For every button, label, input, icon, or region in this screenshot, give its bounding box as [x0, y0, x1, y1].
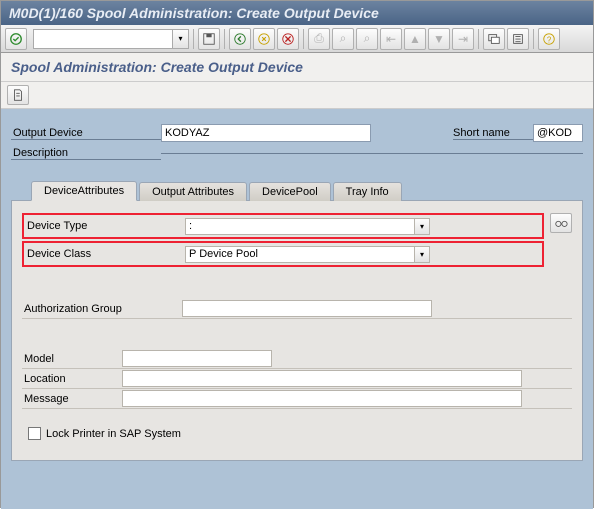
- cancel-icon: [281, 32, 295, 46]
- command-field-wrap: ▾: [33, 29, 189, 49]
- toolbar-separator: [303, 29, 304, 49]
- save-button[interactable]: [198, 28, 220, 50]
- message-field[interactable]: [122, 390, 522, 407]
- model-label: Model: [22, 353, 122, 365]
- window-titlebar: M0D(1)/160 Spool Administration: Create …: [1, 1, 593, 25]
- prev-page-icon: ▲: [409, 32, 421, 46]
- last-page-icon: ⇥: [458, 32, 468, 46]
- lock-printer-row: Lock Printer in SAP System: [28, 427, 572, 440]
- toolbar-separator: [224, 29, 225, 49]
- document-icon: [11, 88, 25, 102]
- glasses-icon: [554, 216, 568, 230]
- header-fields: Output Device Short name Description: [11, 123, 583, 163]
- last-page-button: ⇥: [452, 28, 474, 50]
- first-page-icon: ⇤: [386, 32, 396, 46]
- print-button: ⎙: [308, 28, 330, 50]
- lock-printer-checkbox[interactable]: [28, 427, 41, 440]
- shortcut-icon: [511, 32, 525, 46]
- new-session-icon: [487, 32, 501, 46]
- device-type-dropdown-icon[interactable]: ▾: [415, 218, 430, 235]
- output-device-label: Output Device: [11, 127, 161, 140]
- description-value: [161, 153, 583, 154]
- next-page-icon: ▼: [433, 32, 445, 46]
- highlight-device-class: Device Class ▾: [22, 241, 544, 267]
- toolbar-separator: [193, 29, 194, 49]
- device-type-field[interactable]: [185, 218, 415, 235]
- tab-device-pool[interactable]: DevicePool: [249, 182, 331, 201]
- auth-group-label: Authorization Group: [22, 303, 182, 315]
- find-button: ⌕: [332, 28, 354, 50]
- check-icon: [9, 32, 23, 46]
- tab-device-attributes[interactable]: DeviceAttributes: [31, 181, 137, 201]
- find-next-icon: ⌕: [364, 31, 371, 46]
- command-field[interactable]: [33, 29, 173, 49]
- short-name-field[interactable]: [533, 124, 583, 142]
- info-button[interactable]: [550, 213, 572, 233]
- content-area: Output Device Short name Description Dev…: [1, 109, 593, 509]
- page-title-text: Spool Administration: Create Output Devi…: [11, 59, 303, 75]
- output-device-field[interactable]: [161, 124, 371, 142]
- find-next-button: ⌕: [356, 28, 378, 50]
- back-button[interactable]: [229, 28, 251, 50]
- window-title: M0D(1)/160 Spool Administration: Create …: [9, 5, 379, 21]
- location-label: Location: [22, 373, 122, 385]
- auth-group-field[interactable]: [182, 300, 432, 317]
- device-class-field[interactable]: [185, 246, 415, 263]
- first-page-button: ⇤: [380, 28, 402, 50]
- app-toolbar: ▾ ⎙ ⌕ ⌕ ⇤ ▲ ▼ ⇥ ?: [1, 25, 593, 53]
- new-session-button[interactable]: [483, 28, 505, 50]
- model-field[interactable]: [122, 350, 272, 367]
- description-label: Description: [11, 147, 161, 160]
- highlight-device-type: Device Type ▾: [22, 213, 544, 239]
- lock-printer-label: Lock Printer in SAP System: [46, 428, 181, 440]
- tab-tray-info[interactable]: Tray Info: [333, 182, 402, 201]
- tabpanel-device-attributes: Device Type ▾ Device Class ▾: [11, 201, 583, 461]
- print-icon: ⎙: [314, 31, 324, 46]
- shortcut-button[interactable]: [507, 28, 529, 50]
- command-dropdown-icon[interactable]: ▾: [173, 29, 189, 49]
- exit-icon: [257, 32, 271, 46]
- prev-page-button: ▲: [404, 28, 426, 50]
- find-icon: ⌕: [340, 31, 347, 46]
- display-button[interactable]: [7, 85, 29, 105]
- toolbar-separator: [533, 29, 534, 49]
- back-icon: [233, 32, 247, 46]
- save-icon: [202, 32, 216, 46]
- help-button[interactable]: ?: [538, 28, 560, 50]
- device-class-dropdown-icon[interactable]: ▾: [415, 246, 430, 263]
- tab-output-attributes[interactable]: Output Attributes: [139, 182, 247, 201]
- next-page-button: ▼: [428, 28, 450, 50]
- help-icon: ?: [542, 32, 556, 46]
- sub-toolbar: [1, 82, 593, 109]
- page-title: Spool Administration: Create Output Devi…: [1, 53, 593, 82]
- location-field[interactable]: [122, 370, 522, 387]
- svg-text:?: ?: [547, 35, 552, 44]
- exit-button[interactable]: [253, 28, 275, 50]
- short-name-label: Short name: [453, 127, 533, 140]
- cancel-button[interactable]: [277, 28, 299, 50]
- device-type-label: Device Type: [25, 220, 185, 232]
- message-label: Message: [22, 393, 122, 405]
- tabstrip: DeviceAttributes Output Attributes Devic…: [11, 179, 583, 201]
- enter-button[interactable]: [5, 28, 27, 50]
- toolbar-separator: [478, 29, 479, 49]
- device-class-label: Device Class: [25, 248, 185, 260]
